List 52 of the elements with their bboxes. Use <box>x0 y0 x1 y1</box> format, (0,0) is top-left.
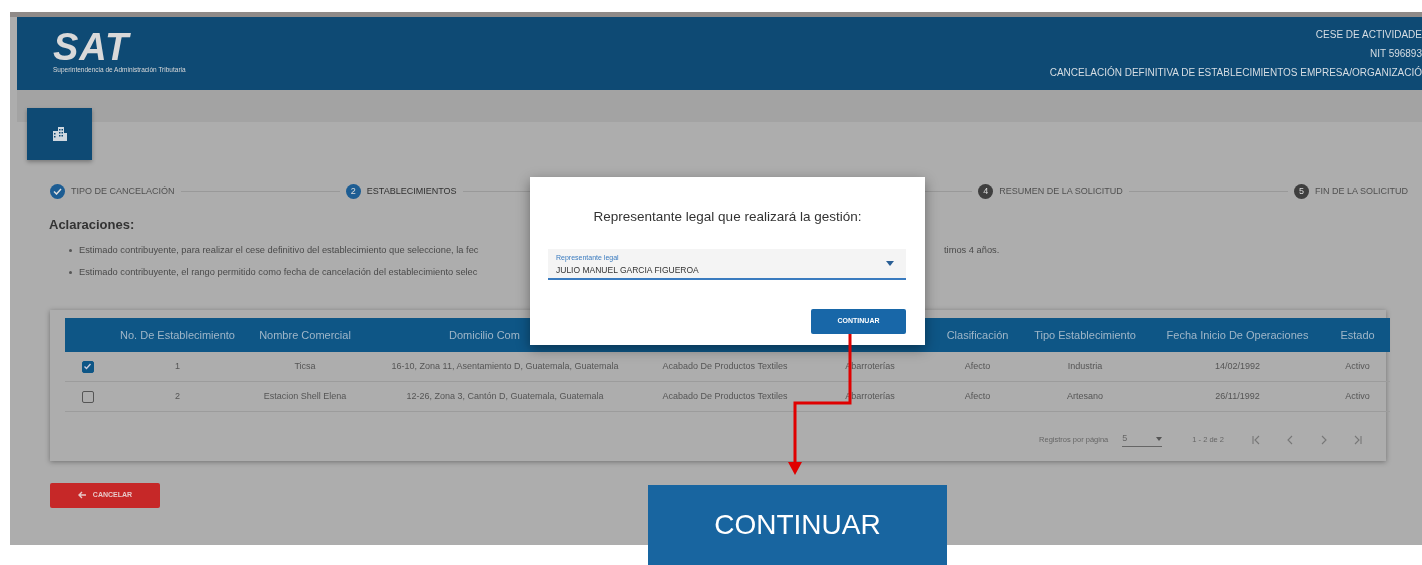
note-text: Estimado contribuyente, el rango permitido como fecha de cancelación del establecimiento selec <box>79 265 479 279</box>
table-cell: Ticsa <box>245 351 365 382</box>
header-text: NIT 596893 <box>1368 47 1422 61</box>
table-cell: 1 <box>110 351 245 382</box>
table-cell: Afecto <box>935 381 1020 412</box>
continue-button-callout: CONTINUAR <box>648 485 947 565</box>
note-text: Estimado contribuyente, para realizar el cese definitivo del establecimiento que seleccione, la fec <box>79 244 480 257</box>
logo-text: SAT <box>53 29 131 65</box>
table-cell: 2 <box>110 381 245 412</box>
arrow-left-icon <box>77 491 87 500</box>
step-number: 4 <box>978 184 994 199</box>
column-header: Estado <box>1340 328 1375 341</box>
previous-page-icon[interactable] <box>1286 434 1294 445</box>
column-header: Nombre Comercial <box>259 328 351 341</box>
column-header: No. De Establecimiento <box>120 328 235 341</box>
table-cell: Afecto <box>935 351 1020 382</box>
last-page-icon[interactable] <box>1354 434 1362 445</box>
first-page-icon[interactable] <box>1252 434 1260 445</box>
step-label[interactable]: FIN DE LA SOLICITUD <box>1314 184 1408 199</box>
caret-icon <box>886 261 894 267</box>
page-size-select[interactable]: 5 <box>1122 432 1163 447</box>
table-cell: Acabado De Productos Textiles <box>645 381 805 412</box>
dialog-title: Representante legal que realizará la gestión: <box>592 208 863 226</box>
step-number: 5 <box>1293 184 1309 199</box>
side-tab[interactable] <box>27 108 92 160</box>
step-label[interactable]: ESTABLECIMIENTOS <box>366 184 457 199</box>
table-cell: Activo <box>1325 381 1390 412</box>
table-cell: 16-10, Zona 11, Asentamiento D, Guatemala, Guatemala <box>365 351 645 382</box>
notes-title: Aclaraciones: <box>49 216 135 234</box>
table-cell: 26/11/1992 <box>1150 381 1325 412</box>
step-number: 2 <box>345 184 361 199</box>
caret-icon <box>1156 437 1163 442</box>
note-text: timos 4 años. <box>944 244 1000 257</box>
table-cell: Estacion Shell Elena <box>245 381 365 412</box>
table-cell: Activo <box>1325 351 1390 382</box>
column-header: Tipo Establecimiento <box>1034 328 1136 341</box>
step-label[interactable]: RESUMEN DE LA SOLICITUD <box>999 184 1123 199</box>
column-header: Clasificación <box>946 328 1009 341</box>
column-header: Fecha Inicio De Operaciones <box>1166 328 1309 341</box>
checkbox[interactable] <box>81 360 94 373</box>
checkbox[interactable] <box>81 390 94 403</box>
column-header: Domicilio Com <box>449 328 520 341</box>
header-text: CANCELACIÓN DEFINITIVA DE ESTABLECIMIENTOS EMPRESA/ORGANIZACIÓ <box>1049 65 1422 80</box>
step-label[interactable]: TIPO DE CANCELACIÓN <box>71 184 175 199</box>
next-page-icon[interactable] <box>1320 434 1328 445</box>
table-cell: Acabado De Productos Textiles <box>645 351 805 382</box>
table-cell: Industria <box>1020 351 1150 382</box>
table-cell: 14/02/1992 <box>1150 351 1325 382</box>
table-cell: 12-26, Zona 3, Cantón D, Guatemala, Guatemala <box>365 381 645 412</box>
header-text: CESE DE ACTIVIDADE <box>1314 28 1422 42</box>
table-cell: Artesano <box>1020 381 1150 412</box>
building-icon <box>51 126 68 142</box>
